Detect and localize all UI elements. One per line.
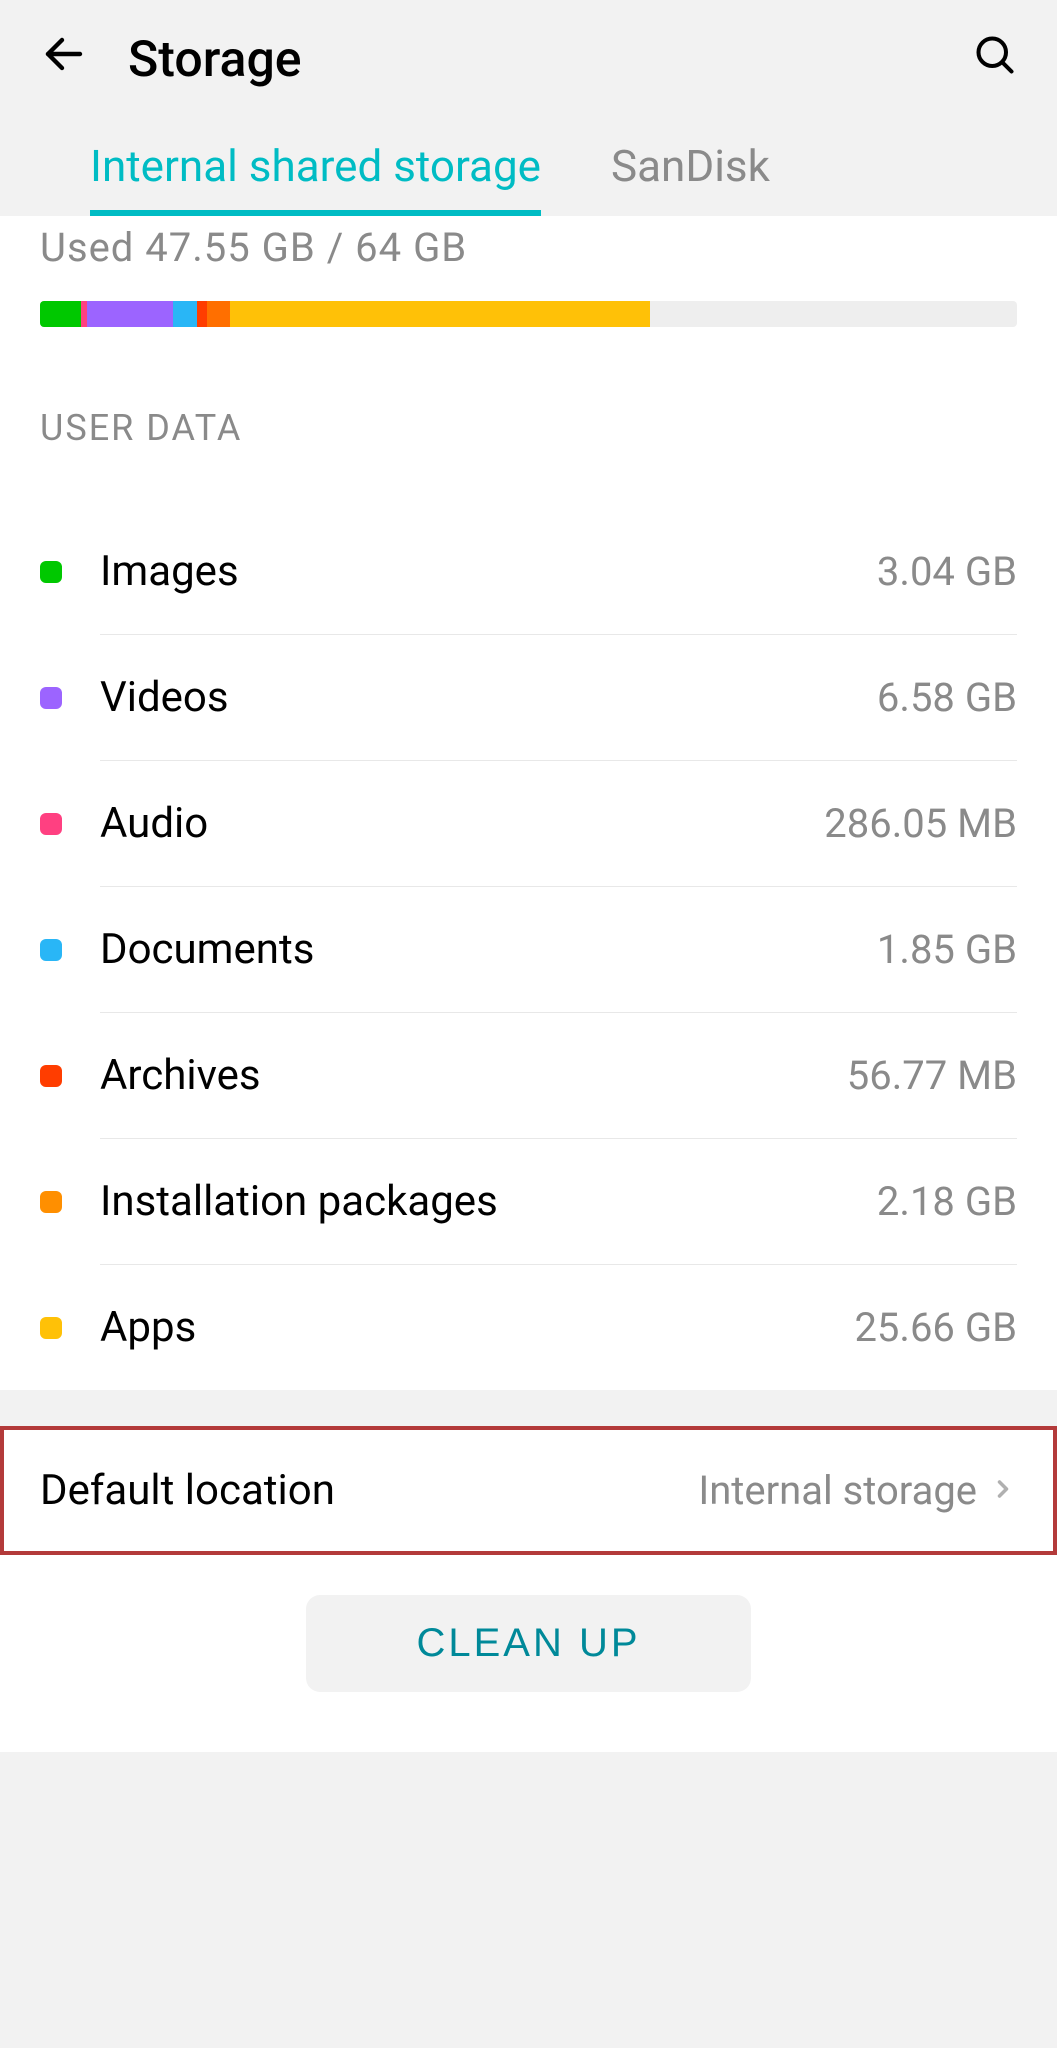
swatch-icon: [40, 813, 62, 835]
category-value: 2.18 GB: [877, 1178, 1017, 1225]
category-row-images[interactable]: Images 3.04 GB: [40, 509, 1017, 634]
category-label: Videos: [100, 673, 877, 722]
category-value: 1.85 GB: [877, 926, 1017, 973]
category-list: Images 3.04 GB Videos 6.58 GB Audio 286.…: [40, 509, 1017, 1390]
swatch-icon: [40, 687, 62, 709]
search-icon[interactable]: [973, 33, 1017, 88]
footer: CLEAN UP: [0, 1555, 1057, 1752]
category-row-audio[interactable]: Audio 286.05 MB: [40, 761, 1017, 886]
swatch-icon: [40, 1191, 62, 1213]
category-row-apps[interactable]: Apps 25.66 GB: [40, 1265, 1017, 1390]
category-label: Apps: [100, 1303, 854, 1352]
category-row-packages[interactable]: Installation packages 2.18 GB: [40, 1139, 1017, 1264]
category-value: 56.77 MB: [847, 1052, 1017, 1099]
category-label: Archives: [100, 1051, 847, 1100]
category-value: 286.05 MB: [824, 800, 1017, 847]
header: Storage Internal shared storage SanDisk: [0, 0, 1057, 216]
section-gap: [0, 1390, 1057, 1426]
bar-segment-packages: [207, 301, 229, 327]
category-label: Installation packages: [100, 1177, 877, 1226]
category-row-documents[interactable]: Documents 1.85 GB: [40, 887, 1017, 1012]
swatch-icon: [40, 939, 62, 961]
swatch-icon: [40, 1317, 62, 1339]
clean-up-button[interactable]: CLEAN UP: [306, 1595, 750, 1692]
section-header-user-data: USER DATA: [40, 407, 1017, 509]
category-row-archives[interactable]: Archives 56.77 MB: [40, 1013, 1017, 1138]
category-row-videos[interactable]: Videos 6.58 GB: [40, 635, 1017, 760]
usage-text: Used 47.55 GB / 64 GB: [40, 216, 1017, 301]
swatch-icon: [40, 1065, 62, 1087]
default-location-row[interactable]: Default location Internal storage: [0, 1426, 1057, 1555]
category-value: 3.04 GB: [877, 548, 1017, 595]
back-icon[interactable]: [40, 30, 88, 90]
category-label: Documents: [100, 925, 877, 974]
chevron-right-icon: [989, 1470, 1017, 1512]
page-title: Storage: [128, 31, 933, 89]
bar-segment-images: [40, 301, 81, 327]
default-location-label: Default location: [40, 1466, 698, 1515]
tab-internal-storage[interactable]: Internal shared storage: [90, 140, 541, 216]
category-label: Images: [100, 547, 877, 596]
swatch-icon: [40, 561, 62, 583]
category-value: 6.58 GB: [877, 674, 1017, 721]
bar-segment-apps: [230, 301, 650, 327]
main-content: Used 47.55 GB / 64 GB USER DATA Images 3…: [0, 216, 1057, 1390]
storage-bar: [40, 301, 1017, 327]
category-value: 25.66 GB: [854, 1304, 1017, 1351]
default-location-value: Internal storage: [698, 1467, 977, 1514]
tabs: Internal shared storage SanDisk: [40, 140, 1017, 216]
bar-segment-archives: [197, 301, 207, 327]
header-top: Storage: [40, 30, 1017, 140]
bar-segment-documents: [173, 301, 197, 327]
tab-sandisk[interactable]: SanDisk: [611, 140, 770, 216]
bar-segment-videos: [87, 301, 173, 327]
category-label: Audio: [100, 799, 824, 848]
